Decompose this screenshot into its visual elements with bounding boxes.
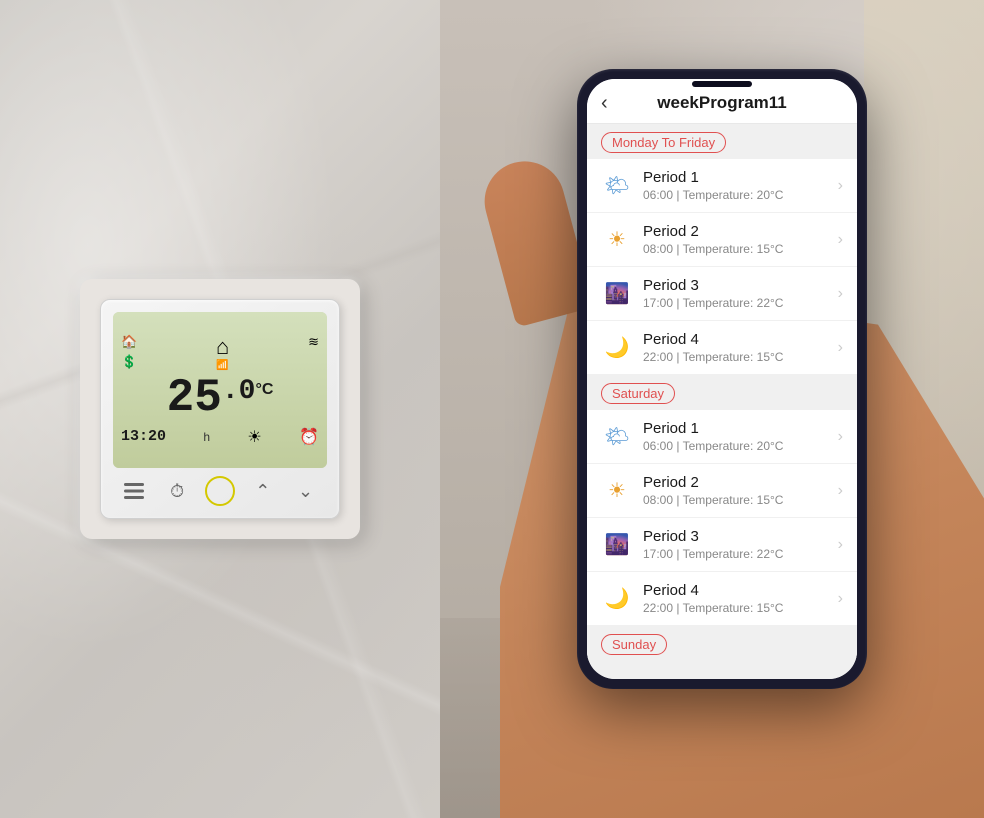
moon-icon-2: 🌙 <box>601 583 633 615</box>
period-detail: 06:00 | Temperature: 20°C <box>643 439 838 453</box>
menu-button[interactable] <box>119 476 149 506</box>
sun-small-icon: ☀ <box>247 427 261 447</box>
up-button[interactable]: ⌃ <box>248 476 278 506</box>
temp-unit: °C <box>255 381 273 399</box>
chevron-right-icon: › <box>838 231 843 249</box>
saturday-period-4[interactable]: 🌙 Period 4 22:00 | Temperature: 15°C › <box>587 572 857 626</box>
phone-outer: ‹ weekProgram11 Monday To Friday 🌤 Perio… <box>577 69 867 689</box>
period-name: Period 3 <box>643 277 838 294</box>
chevron-right-icon: › <box>838 428 843 446</box>
weekday-period-4[interactable]: 🌙 Period 4 22:00 | Temperature: 15°C › <box>587 321 857 375</box>
thermostat-container: 🏠 💲 ⌂ 📶 ≋ 25 <box>80 279 360 539</box>
app-content: Monday To Friday 🌤 Period 1 06:00 | Temp… <box>587 124 857 679</box>
period-info: Period 2 08:00 | Temperature: 15°C <box>643 223 838 256</box>
sunset-icon-1: 🌆 <box>601 278 633 310</box>
moon-icon-1: 🌙 <box>601 332 633 364</box>
section-label-sunday: Sunday <box>601 634 667 655</box>
section-monday-friday: Monday To Friday <box>587 124 857 159</box>
temperature-display: 25 .0 °C <box>121 375 319 421</box>
sunset-icon-2: 🌆 <box>601 529 633 561</box>
time-unit-icon: h <box>203 430 210 444</box>
weekday-period-3[interactable]: 🌆 Period 3 17:00 | Temperature: 22°C › <box>587 267 857 321</box>
period-detail: 17:00 | Temperature: 22°C <box>643 547 838 561</box>
phone-panel: ‹ weekProgram11 Monday To Friday 🌤 Perio… <box>440 0 984 818</box>
period-info: Period 1 06:00 | Temperature: 20°C <box>643 169 838 202</box>
chevron-right-icon: › <box>838 285 843 303</box>
chevron-right-icon: › <box>838 482 843 500</box>
house-icon: ⌂ <box>216 334 229 360</box>
phone-notch <box>692 81 752 87</box>
phone-wrapper: ‹ weekProgram11 Monday To Friday 🌤 Perio… <box>577 69 867 689</box>
period-name: Period 2 <box>643 474 838 491</box>
sunrise-icon-2: 🌤 <box>601 421 633 453</box>
period-name: Period 4 <box>643 582 838 599</box>
screen-bottom-row: 13:20 h ☀ ⏰ <box>121 427 319 447</box>
period-info: Period 2 08:00 | Temperature: 15°C <box>643 474 838 507</box>
period-name: Period 2 <box>643 223 838 240</box>
period-info: Period 1 06:00 | Temperature: 20°C <box>643 420 838 453</box>
sun-icon-1: ☀ <box>601 224 633 256</box>
dollar-icon: 💲 <box>121 354 137 370</box>
period-name: Period 4 <box>643 331 838 348</box>
screen-icons-top: 🏠 💲 ⌂ 📶 ≋ <box>121 334 319 371</box>
down-button[interactable]: ⌄ <box>291 476 321 506</box>
steam-icon: ≋ <box>308 334 319 350</box>
period-detail: 06:00 | Temperature: 20°C <box>643 188 838 202</box>
sun-icon-2: ☀ <box>601 475 633 507</box>
period-info: Period 3 17:00 | Temperature: 22°C <box>643 528 838 561</box>
app-title: weekProgram11 <box>657 93 786 113</box>
schedule-button[interactable]: ⏱ <box>162 476 192 506</box>
weekday-period-2[interactable]: ☀ Period 2 08:00 | Temperature: 15°C › <box>587 213 857 267</box>
period-detail: 17:00 | Temperature: 22°C <box>643 296 838 310</box>
time-display: 13:20 <box>121 428 166 445</box>
section-sunday: Sunday <box>587 626 857 661</box>
period-detail: 08:00 | Temperature: 15°C <box>643 242 838 256</box>
thermostat-panel: 🏠 💲 ⌂ 📶 ≋ 25 <box>0 0 440 818</box>
period-info: Period 4 22:00 | Temperature: 15°C <box>643 331 838 364</box>
saturday-period-3[interactable]: 🌆 Period 3 17:00 | Temperature: 22°C › <box>587 518 857 572</box>
period-detail: 22:00 | Temperature: 15°C <box>643 601 838 615</box>
weekday-period-1[interactable]: 🌤 Period 1 06:00 | Temperature: 20°C › <box>587 159 857 213</box>
chevron-right-icon: › <box>838 339 843 357</box>
section-label-weekdays: Monday To Friday <box>601 132 726 153</box>
section-saturday: Saturday <box>587 375 857 410</box>
thermostat-device: 🏠 💲 ⌂ 📶 ≋ 25 <box>100 299 340 519</box>
period-name: Period 1 <box>643 169 838 186</box>
sunrise-icon-1: 🌤 <box>601 170 633 202</box>
chevron-right-icon: › <box>838 177 843 195</box>
chevron-right-icon: › <box>838 536 843 554</box>
period-detail: 08:00 | Temperature: 15°C <box>643 493 838 507</box>
temp-main: 25 <box>167 375 222 421</box>
wifi-icon: 📶 <box>216 360 229 371</box>
saturday-period-2[interactable]: ☀ Period 2 08:00 | Temperature: 15°C › <box>587 464 857 518</box>
mode-button[interactable] <box>205 476 235 506</box>
chevron-right-icon: › <box>838 590 843 608</box>
wall-plate: 🏠 💲 ⌂ 📶 ≋ 25 <box>80 279 360 539</box>
period-info: Period 3 17:00 | Temperature: 22°C <box>643 277 838 310</box>
temp-decimal: .0 <box>222 375 256 409</box>
section-label-saturday: Saturday <box>601 383 675 404</box>
period-name: Period 1 <box>643 420 838 437</box>
clock-icon: ⏰ <box>299 427 319 447</box>
period-info: Period 4 22:00 | Temperature: 15°C <box>643 582 838 615</box>
saturday-period-1[interactable]: 🌤 Period 1 06:00 | Temperature: 20°C › <box>587 410 857 464</box>
thermostat-screen: 🏠 💲 ⌂ 📶 ≋ 25 <box>113 312 327 468</box>
thermostat-buttons: ⏱ ⌃ ⌄ <box>113 468 327 506</box>
home-icon: 🏠 <box>121 334 137 350</box>
period-name: Period 3 <box>643 528 838 545</box>
phone-screen: ‹ weekProgram11 Monday To Friday 🌤 Perio… <box>587 79 857 679</box>
period-detail: 22:00 | Temperature: 15°C <box>643 350 838 364</box>
back-button[interactable]: ‹ <box>601 92 608 115</box>
